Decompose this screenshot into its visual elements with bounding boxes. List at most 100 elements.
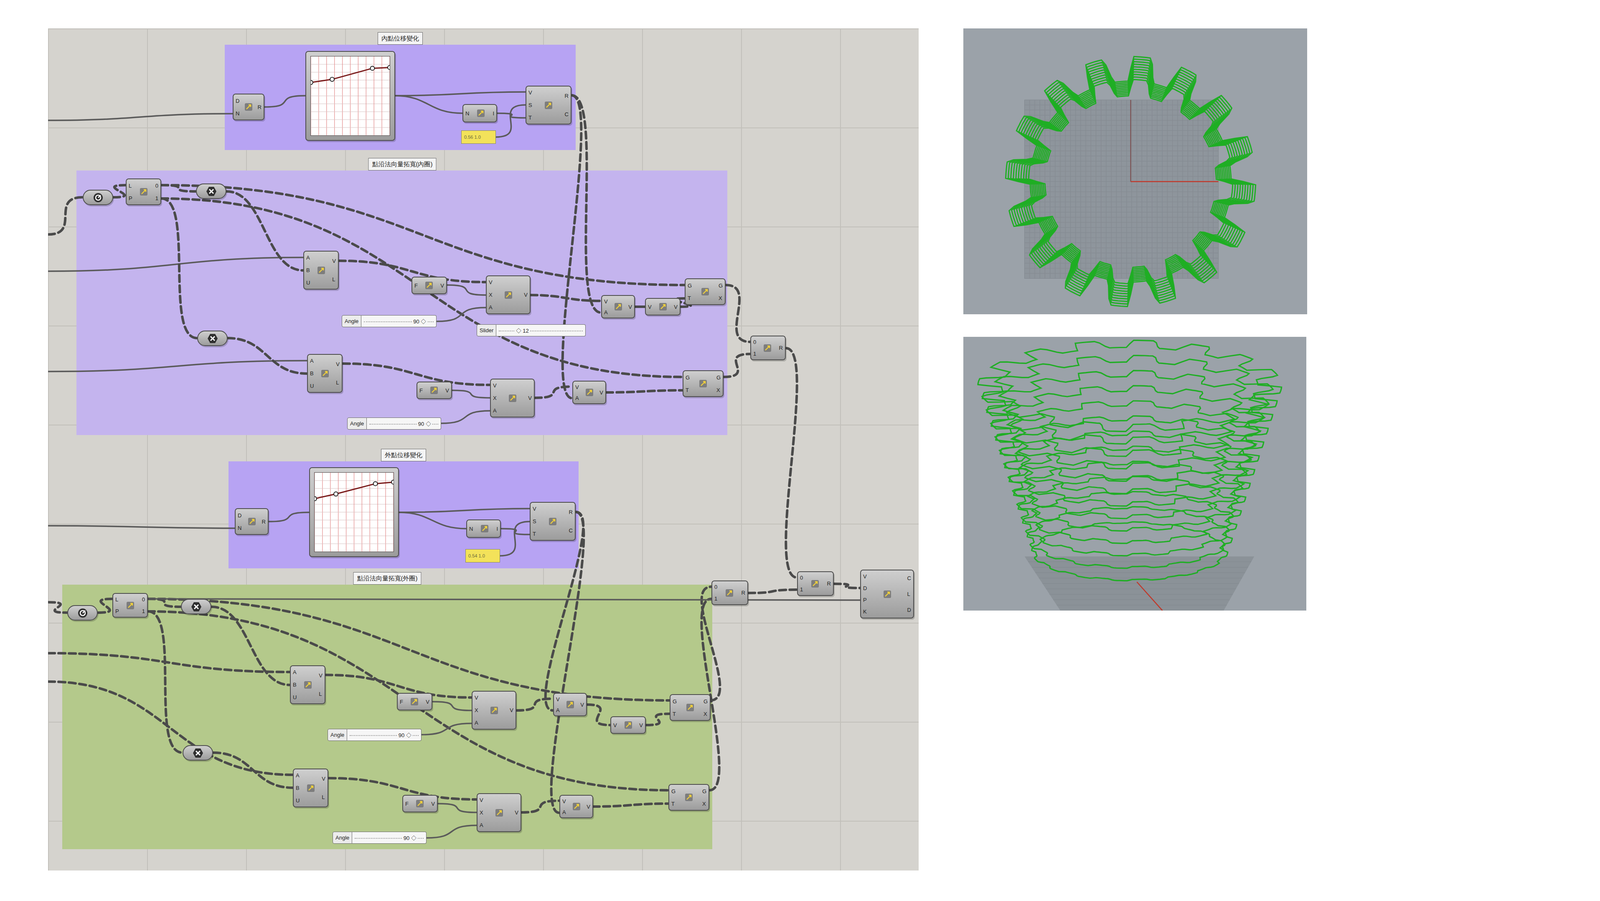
component-node[interactable]: VSTRC [529, 501, 576, 541]
output-pin[interactable]: L [335, 379, 340, 386]
output-pin[interactable]: 1 [142, 608, 145, 614]
input-pin[interactable]: B [309, 370, 314, 376]
slider-value[interactable]: 90 ◇ [417, 420, 432, 427]
input-pin[interactable]: X [492, 395, 497, 401]
component-node[interactable]: VAV [572, 380, 607, 404]
input-pin[interactable]: V [532, 505, 537, 512]
output-pin[interactable]: I [492, 110, 495, 117]
group[interactable] [228, 461, 579, 569]
input-pin[interactable]: T [672, 711, 677, 717]
slider-track[interactable]: ◇ 12 [496, 324, 586, 337]
input-pin[interactable]: D [237, 512, 242, 519]
output-pin[interactable]: C [907, 575, 912, 581]
canvas[interactable]: DNRNI0.56 1.0VSTRCLP01ABUVLFVVXAVAngle90… [48, 28, 919, 871]
input-pin[interactable]: V [479, 797, 484, 803]
input-pin[interactable]: U [306, 279, 310, 286]
input-pin[interactable]: T [528, 114, 533, 121]
output-pin[interactable]: 0 [142, 596, 145, 602]
component-node[interactable]: FV [411, 276, 447, 295]
component-node[interactable]: VV [610, 716, 646, 734]
component-node[interactable]: VXAV [490, 378, 535, 418]
input-pin[interactable]: 1 [714, 595, 718, 602]
input-pin[interactable]: A [295, 772, 300, 778]
input-pin[interactable]: N [465, 110, 470, 117]
output-pin[interactable]: G [702, 788, 707, 794]
output-pin[interactable]: V [523, 292, 528, 298]
input-pin[interactable]: 1 [800, 586, 803, 592]
component-node[interactable]: DNR [232, 93, 265, 121]
input-pin[interactable]: L [128, 182, 133, 189]
group-title[interactable]: 點沿法向量拓寬(外圈) [353, 571, 422, 585]
input-pin[interactable]: G [687, 282, 692, 289]
output-pin[interactable]: V [628, 304, 633, 310]
group-title[interactable]: 內點位移變化 [377, 32, 423, 45]
output-pin[interactable]: I [496, 525, 498, 532]
output-pin[interactable]: V [431, 800, 435, 807]
output-pin[interactable]: V [425, 698, 430, 705]
output-pin[interactable]: X [702, 800, 707, 807]
input-pin[interactable]: V [488, 279, 493, 285]
ring-model-top[interactable] [963, 28, 1308, 315]
slider-value[interactable]: 90 ◇ [412, 318, 427, 324]
component-node[interactable]: VXAV [485, 275, 531, 315]
viewport[interactable] [963, 28, 1308, 315]
input-pin[interactable]: G [685, 374, 690, 381]
param-node[interactable] [67, 604, 98, 621]
output-pin[interactable]: V [580, 701, 585, 708]
output-pin[interactable]: R [261, 518, 266, 525]
slider-value[interactable]: ◇ 12 [515, 327, 530, 333]
input-pin[interactable]: L [115, 596, 120, 602]
negate-node[interactable] [197, 330, 228, 346]
input-pin[interactable]: N [237, 525, 242, 531]
input-pin[interactable]: U [309, 383, 314, 389]
input-pin[interactable]: F [419, 387, 423, 394]
input-pin[interactable]: V [556, 696, 560, 702]
component-node[interactable]: FV [416, 381, 453, 399]
input-pin[interactable]: S [532, 518, 537, 524]
negate-node[interactable] [180, 598, 212, 615]
input-pin[interactable]: X [479, 809, 484, 816]
input-pin[interactable]: B [292, 681, 297, 688]
input-pin[interactable]: 0 [800, 574, 803, 581]
input-pin[interactable]: V [562, 798, 567, 804]
component-node[interactable]: VXAV [471, 690, 517, 730]
output-pin[interactable]: L [318, 690, 323, 697]
graph-plot[interactable] [310, 55, 391, 136]
output-pin[interactable]: 1 [155, 195, 159, 201]
output-pin[interactable]: D [907, 606, 912, 613]
input-pin[interactable]: N [469, 525, 473, 532]
input-pin[interactable]: V [613, 722, 618, 728]
component-node[interactable]: VV [645, 297, 681, 316]
input-pin[interactable]: F [414, 282, 418, 289]
input-pin[interactable]: V [492, 382, 497, 389]
input-pin[interactable]: X [474, 707, 479, 713]
input-pin[interactable]: B [295, 784, 300, 791]
output-pin[interactable]: X [703, 711, 708, 717]
output-pin[interactable]: R [257, 104, 262, 110]
number-slider[interactable]: Angle90 ◇ [347, 417, 442, 430]
slider-track[interactable]: 90 ◇ [347, 728, 422, 741]
output-pin[interactable]: G [703, 698, 708, 704]
input-pin[interactable]: F [399, 698, 404, 705]
graph-plot[interactable] [314, 472, 394, 552]
component-node[interactable]: FV [396, 692, 433, 711]
component-node[interactable]: GTGX [669, 693, 711, 721]
component-node[interactable]: VXAV [476, 792, 522, 832]
input-pin[interactable]: V [647, 304, 652, 310]
output-pin[interactable]: V [673, 304, 678, 310]
input-pin[interactable]: A [292, 669, 297, 675]
input-pin[interactable]: V [528, 89, 533, 96]
input-pin[interactable]: P [863, 596, 867, 603]
component-node[interactable]: ABUVL [292, 768, 329, 808]
slider-track[interactable]: 90 ◇ [366, 417, 442, 430]
input-pin[interactable]: A [474, 719, 479, 726]
input-pin[interactable]: T [671, 800, 676, 807]
output-pin[interactable]: 0 [155, 182, 159, 189]
input-pin[interactable]: A [479, 822, 484, 828]
output-pin[interactable]: V [335, 361, 340, 367]
negate-node[interactable] [195, 183, 227, 199]
component-node[interactable]: LP01 [125, 178, 162, 206]
output-pin[interactable]: V [318, 672, 323, 679]
group[interactable] [224, 44, 576, 150]
component-node[interactable]: VAV [601, 294, 635, 319]
